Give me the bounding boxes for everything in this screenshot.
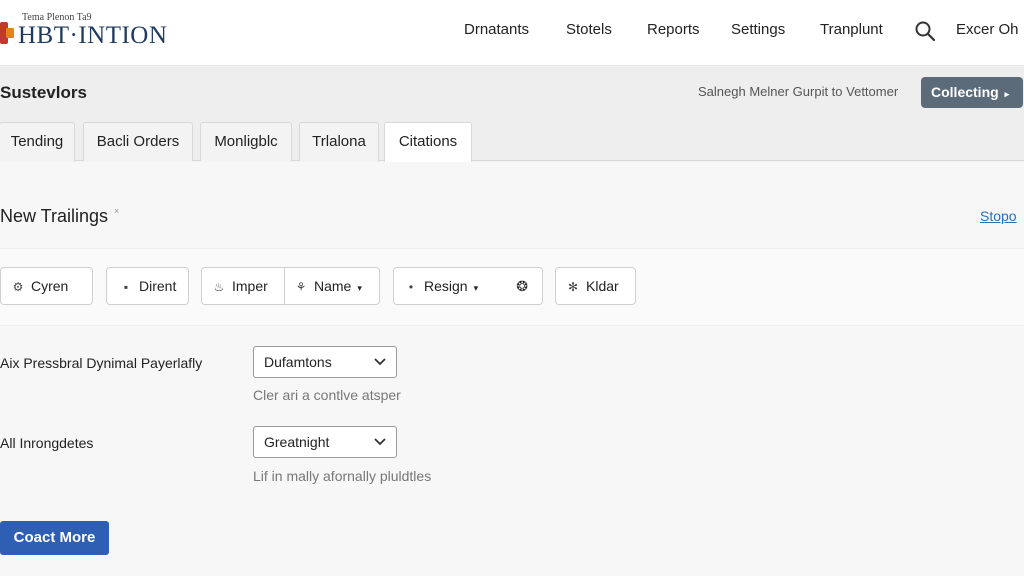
tab-monligblc[interactable]: Monligblc (200, 122, 292, 161)
brand-name: HBT·INTION (18, 22, 168, 49)
filter-chip-label: Cyren (31, 278, 69, 294)
section-title: New Trailings × (0, 206, 119, 227)
section-title-text: New Trailings (0, 206, 109, 226)
filter-chip-label: Imper (232, 278, 268, 294)
filter-chip-label: Kldar (586, 278, 619, 294)
tab-back-orders[interactable]: Bacli Orders (83, 122, 193, 161)
collecting-dropdown-button[interactable]: Collecting ▸ (921, 77, 1023, 108)
nav-item-settings[interactable]: Settings (731, 21, 785, 38)
nav-item-tranplunt[interactable]: Tranplunt (820, 21, 883, 38)
filter-chip-kldar[interactable]: ✻ Kldar (555, 267, 636, 305)
tag-icon: ⚘ (295, 280, 307, 294)
main-content: New Trailings × Stopo ⚙ Cyren ▪ Dirent ♨ Imp… (0, 162, 1024, 576)
search-icon[interactable] (914, 20, 936, 42)
field1-select[interactable]: Dufamtons (253, 346, 397, 378)
logo-mark-icon (0, 22, 14, 44)
chevron-down-icon (374, 358, 386, 366)
asterisk-icon: ✻ (567, 280, 579, 294)
suggestion-text: Salnegh Melner Gurpit to Vettomer (698, 84, 899, 99)
brand-logo[interactable]: Tema Plenon Ta9 HBT·INTION (0, 10, 190, 54)
stop-link[interactable]: Stopo (980, 208, 1017, 224)
nav-item-drnatants[interactable]: Drnatants (464, 21, 529, 38)
field2-value: Greatnight (264, 434, 330, 450)
field2-select[interactable]: Greatnight (253, 426, 397, 458)
page-title: Sustevlors (0, 83, 87, 102)
coact-more-button[interactable]: Coact More (0, 521, 109, 555)
filter-chip-cyren[interactable]: ⚙ Cyren (0, 267, 93, 305)
field2-help: Lif in mally afornally pluldtles (253, 468, 432, 484)
field2-label: All Inrongdetes (0, 435, 94, 451)
tab-bar: Tending Bacli Orders Monligblc Trlalona … (0, 119, 1024, 162)
chevron-down-icon: ▾ (473, 283, 479, 293)
filter-chip-dirent[interactable]: ▪ Dirent (106, 267, 189, 305)
field1-help: Cler ari a contlve atsper (253, 387, 401, 403)
name-sort-dropdown[interactable]: ⚘ Name ▾ (294, 268, 362, 306)
field1-label: Aix Pressbral Dynimal Payerlafly (0, 355, 203, 371)
chevron-down-icon: ▾ (357, 283, 362, 293)
section-title-mark: × (114, 206, 120, 216)
filter-chip-imper-name[interactable]: ♨ Imper ⚘ Name ▾ (201, 267, 380, 305)
gear-icon: ⚙ (12, 280, 24, 294)
nav-item-reports[interactable]: Reports (647, 21, 700, 38)
filter-chip-label: Resign (424, 278, 468, 294)
flame-icon: ♨ (213, 280, 225, 294)
filter-bar: ⚙ Cyren ▪ Dirent ♨ Imper ⚘ Name ▾ • Resign ▾ ❂ … (0, 248, 1024, 326)
nav-item-account[interactable]: Excer Oh (956, 21, 1019, 38)
name-sort-label: Name (314, 278, 352, 294)
dot-icon: • (408, 280, 414, 294)
chevron-down-icon (374, 438, 386, 446)
field1-value: Dufamtons (264, 354, 332, 370)
filter-chip-label: Dirent (139, 278, 177, 294)
tab-trlalona[interactable]: Trlalona (299, 122, 379, 161)
tab-tending[interactable]: Tending (0, 122, 75, 161)
filter-chip-resign[interactable]: • Resign ▾ ❂ (393, 267, 543, 305)
caret-right-icon: ▸ (1004, 89, 1010, 99)
square-icon: ▪ (123, 280, 129, 294)
tab-citations[interactable]: Citations (384, 122, 472, 162)
chip-divider (284, 268, 285, 304)
chip-icon: ❂ (516, 278, 528, 294)
nav-item-stotels[interactable]: Stotels (566, 21, 612, 38)
page-titlebar: Sustevlors Salnegh Melner Gurpit to Vett… (0, 67, 1024, 119)
app-header: Tema Plenon Ta9 HBT·INTION Drnatants Sto… (0, 0, 1024, 66)
collecting-label: Collecting (931, 84, 999, 100)
